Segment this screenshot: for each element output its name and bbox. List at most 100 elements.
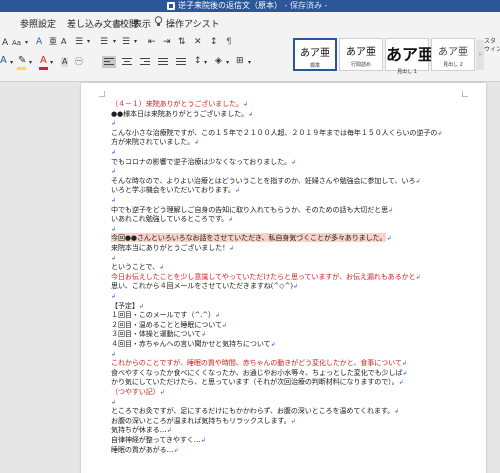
paragraph-mark-icon: ↲ bbox=[111, 149, 116, 156]
paragraph-mark-icon: ↲ bbox=[111, 254, 116, 262]
empty-paragraph: ↲ bbox=[111, 253, 116, 263]
font-color-icon[interactable]: A bbox=[40, 56, 47, 66]
sort-az-icon[interactable]: ↕ bbox=[210, 37, 218, 47]
multilevel-list-icon[interactable]: ☰ bbox=[122, 37, 130, 47]
empty-paragraph: ↲ bbox=[111, 349, 116, 359]
document-line: ということで、↲ bbox=[111, 262, 164, 272]
empty-paragraph: ↲ bbox=[111, 291, 116, 301]
chevron-down-icon[interactable]: ▾ bbox=[248, 58, 251, 68]
line-text: （つやすい記） bbox=[111, 387, 160, 396]
document-line: 気持ちが休まる…↲ bbox=[111, 425, 172, 435]
align-left-icon[interactable] bbox=[102, 56, 116, 68]
sort-icon[interactable]: ⇅ bbox=[178, 37, 186, 47]
crop-mark bbox=[99, 91, 105, 97]
paragraph-mark-icon: ↲ bbox=[111, 197, 116, 204]
document-line: １回目・このメールです（^.^）↲ bbox=[111, 310, 220, 320]
line-spacing-icon[interactable]: ↕ bbox=[194, 56, 202, 66]
document-line: 中でも逆子をどう理解しご自身の告知に取り入れてもらうか、そのための話も大切だと思… bbox=[111, 205, 393, 215]
document-line: 方が来院されていました。↲ bbox=[111, 137, 199, 147]
line-text: ４回目・赤ちゃんへの言い聞かせと気持ちについて bbox=[111, 339, 271, 348]
align-right-icon[interactable] bbox=[140, 58, 150, 66]
line-text: 中でも逆子をどう理解しご自身の告知に取り入れてもらうか、そのための話も大切だと思 bbox=[111, 204, 389, 214]
line-text: 気持ちが休まる… bbox=[111, 425, 167, 435]
clear-format-icon[interactable]: A bbox=[36, 37, 42, 47]
line-text: いろと学ぶ機会をいただいております。 bbox=[111, 185, 235, 195]
document-line: ●●様本日は来院ありがとうございました。↲ bbox=[111, 109, 253, 119]
chevron-down-icon[interactable]: ▾ bbox=[10, 58, 13, 68]
style-heading-2[interactable]: あア亜 見出し 2 bbox=[431, 38, 475, 71]
empty-paragraph: ↲ bbox=[111, 147, 116, 157]
line-text: これからのことですが、睡眠の質や時間、赤ちゃんの動きがどう変化したかと、食事につ… bbox=[111, 358, 402, 368]
paragraph-mark-icon: ↲ bbox=[166, 427, 172, 435]
styles-gallery: あア亜 標準 あア亜 行間詰め あア亜 見出し 1 あア亜 見出し 2 bbox=[293, 38, 481, 76]
show-marks-icon[interactable]: ¶ bbox=[226, 37, 232, 47]
bullets-icon[interactable]: ☰ bbox=[75, 37, 83, 47]
document-line: いろと学ぶ機会をいただいております。↲ bbox=[111, 185, 240, 195]
document-line: 睡眠の質があがる…↲ bbox=[111, 445, 179, 455]
highlight-color-icon[interactable]: ✎ bbox=[18, 56, 26, 66]
document-name: 逆子来院後の返信文（原本） bbox=[178, 1, 282, 10]
numbering-icon[interactable]: ☰ bbox=[100, 37, 108, 47]
text-effects-icon[interactable]: A bbox=[0, 56, 7, 66]
document-line: ２回目・温めることと睡眠について↲ bbox=[111, 320, 227, 330]
line-text: 今日お伝えしたことを少し意識してやっていただけたらと思っていますが、お伝え漏れも… bbox=[111, 271, 416, 281]
chevron-down-icon[interactable]: ▾ bbox=[226, 58, 229, 68]
document-line: ４回目・赤ちゃんへの言い聞かせと気持ちについて↲ bbox=[111, 339, 276, 349]
paragraph-mark-icon: ↲ bbox=[173, 446, 179, 454]
tab-mailings[interactable]: 差し込み文書 bbox=[67, 17, 121, 30]
enclose-characters-icon[interactable]: ㊀ bbox=[75, 57, 83, 67]
style-normal[interactable]: あア亜 標準 bbox=[293, 38, 337, 71]
style-heading-1[interactable]: あア亜 見出し 1 bbox=[385, 38, 434, 75]
line-text: でもコロナの影響で逆子治療は少なくなっておりました。 bbox=[111, 156, 291, 166]
paragraph-mark-icon: ↲ bbox=[270, 341, 276, 348]
paragraph-mark-icon: ↲ bbox=[201, 331, 206, 339]
font-size-down-icon[interactable]: A bbox=[2, 38, 8, 48]
paragraph-mark-icon: ↲ bbox=[290, 417, 296, 425]
line-text: 方が来院されていました。 bbox=[111, 137, 195, 147]
borders-icon[interactable]: ⊞ bbox=[236, 56, 244, 66]
line-text: 【予定】 bbox=[111, 300, 139, 310]
paragraph-mark-icon: ↲ bbox=[242, 101, 248, 108]
asian-layout-icon[interactable]: ✕ bbox=[194, 37, 202, 47]
chevron-down-icon[interactable]: ▾ bbox=[29, 58, 32, 68]
phonetic-guide-icon[interactable]: 亜 bbox=[49, 37, 57, 47]
character-border-icon[interactable]: A bbox=[61, 37, 66, 47]
styles-pane-button[interactable]: スタ ウィン bbox=[484, 38, 500, 76]
document-line: 今回●●さんといろいろなお話をさせていただき、私自身気づくことが多々ありました。… bbox=[111, 233, 391, 243]
distributed-icon[interactable] bbox=[176, 58, 186, 66]
paragraph-mark-icon: ↲ bbox=[159, 264, 164, 272]
lightbulb-icon[interactable] bbox=[154, 16, 163, 27]
empty-paragraph: ↲ bbox=[111, 397, 116, 407]
shading-icon[interactable]: ◈ bbox=[215, 56, 222, 66]
tab-references[interactable]: 参照設定 bbox=[20, 17, 56, 30]
style-no-spacing[interactable]: あア亜 行間詰め bbox=[339, 38, 383, 71]
highlight-swatch bbox=[17, 67, 26, 70]
save-status: - 保存済み - bbox=[284, 1, 328, 10]
line-text: 食べやすくなったか食べにくくなったか、お通じやお小水等々、ちょっとした変化でも少… bbox=[111, 367, 403, 377]
tab-view[interactable]: 表示 bbox=[133, 17, 151, 30]
chevron-down-icon[interactable]: ▾ bbox=[134, 37, 137, 47]
chevron-down-icon[interactable]: ▾ bbox=[113, 37, 116, 47]
chevron-down-icon[interactable]: ▾ bbox=[50, 58, 53, 68]
word-window: 逆子来院後の返信文（原本） - 保存済み - 参照設定 差し込み文書 校閲 表示… bbox=[0, 0, 500, 473]
styles-more-button[interactable]: › bbox=[476, 40, 484, 70]
decrease-indent-icon[interactable]: ⇤ bbox=[148, 37, 156, 47]
document-line: 自律神経が整ってきやすく…↲ bbox=[111, 435, 206, 445]
paragraph-mark-icon: ↲ bbox=[386, 235, 392, 243]
chevron-down-icon[interactable]: ▾ bbox=[25, 38, 28, 48]
line-text: かり気にしていただけたら、と思っています（それが次回治療の判断材料になりますので… bbox=[111, 377, 399, 387]
change-case-icon[interactable]: Aa bbox=[12, 38, 21, 48]
character-shading-icon[interactable]: A bbox=[61, 57, 69, 67]
paragraph-mark-icon: ↲ bbox=[394, 408, 399, 416]
paragraph-mark-icon: ↲ bbox=[229, 245, 234, 252]
paragraph-mark-icon: ↲ bbox=[111, 293, 116, 300]
align-center-icon[interactable] bbox=[122, 58, 132, 66]
window-title: 逆子来院後の返信文（原本） - 保存済み - bbox=[178, 0, 327, 12]
increase-indent-icon[interactable]: ⇥ bbox=[163, 37, 171, 47]
paragraph-mark-icon: ↲ bbox=[292, 283, 298, 291]
chevron-down-icon[interactable]: ▾ bbox=[204, 58, 207, 68]
document-page[interactable]: （４－１）来院ありがとうございました。↲ ●●様本日は来院ありがとうございました。… bbox=[81, 83, 486, 473]
tell-me-search[interactable]: 操作アシスト bbox=[166, 17, 220, 30]
justify-icon[interactable] bbox=[158, 58, 168, 66]
chevron-down-icon[interactable]: ▾ bbox=[87, 37, 90, 47]
